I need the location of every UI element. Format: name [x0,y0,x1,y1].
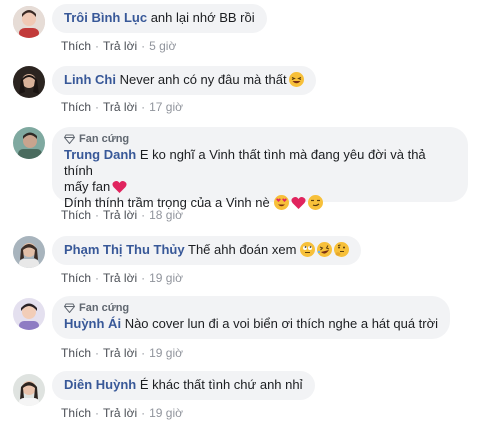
like-button[interactable]: Thích [61,100,91,114]
comment-bubble: Trôi Bình Lục anh lại nhớ BB rồi [52,4,267,33]
separator-dot: · [141,39,146,53]
avatar[interactable] [13,298,45,330]
avatar[interactable] [13,127,45,159]
comment-author[interactable]: Trung Danh [64,147,136,162]
reply-button[interactable]: Trả lời [103,208,137,222]
comment-bubble: Diên Huỳnh É khác thất tình chứ anh nhỉ [52,371,315,400]
timestamp[interactable]: 18 giờ [149,208,183,222]
heart-eyes-emoji-icon [273,195,289,210]
separator-dot: · [95,39,100,53]
comment-bubble: Phạm Thị Thu Thủy Thế ahh đoán xem [52,236,362,265]
reply-button[interactable]: Trả lời [103,346,137,360]
fan-badge-label: Fan cứng [79,302,130,314]
comment-actions: Thích · Trả lời · 18 giờ [61,207,183,223]
thinking-emoji-icon [334,242,350,257]
separator-dot: · [141,346,146,360]
like-button[interactable]: Thích [61,208,91,222]
comment-bubble: Fan cứng Trung Danh E ko nghĩ a Vinh thấ… [52,127,468,210]
separator-dot: · [141,208,146,222]
comment-author[interactable]: Linh Chi [64,72,116,87]
comment-text: Never anh có ny đâu mà thất [119,72,287,87]
separator-dot: · [141,100,146,114]
comment-actions: Thích · Trả lời · 17 giờ [61,99,183,115]
rofl-emoji-icon [317,242,333,257]
comment-text: É khác thất tình chứ anh nhỉ [139,377,303,392]
reply-button[interactable]: Trả lời [103,100,137,114]
avatar[interactable] [13,236,45,268]
laughing-emoji-icon [288,72,304,87]
like-button[interactable]: Thích [61,346,91,360]
smirk-emoji-icon [307,195,323,210]
timestamp[interactable]: 5 giờ [149,39,176,53]
separator-dot: · [95,346,100,360]
comment-author[interactable]: Diên Huỳnh [64,377,136,392]
avatar[interactable] [13,6,45,38]
comment-text: mấy fan [64,179,111,194]
rolling-eyes-emoji-icon [300,242,316,257]
comment-actions: Thích · Trả lời · 5 giờ [61,38,176,54]
fan-badge: Fan cứng [64,132,456,146]
timestamp[interactable]: 19 giờ [149,271,183,285]
timestamp[interactable]: 17 giờ [149,100,183,114]
separator-dot: · [95,406,100,420]
comment-bubble: Linh Chi Never anh có ny đâu mà thất [52,66,316,95]
fan-badge: Fan cứng [64,301,438,315]
avatar[interactable] [13,66,45,98]
comment-bubble: Fan cứng Huỳnh Ái Nào cover lun đi a voi… [52,296,451,339]
like-button[interactable]: Thích [61,406,91,420]
comment-text: Nào cover lun đi a voi biển ơi thích ngh… [124,316,439,331]
heart-emoji-icon [112,180,127,194]
comment-author[interactable]: Huỳnh Ái [64,316,121,331]
separator-dot: · [95,100,100,114]
timestamp[interactable]: 19 giờ [149,406,183,420]
heart-emoji-icon [291,196,306,210]
fan-badge-label: Fan cứng [79,133,130,145]
diamond-icon [64,303,75,313]
diamond-icon [64,134,75,144]
comment-actions: Thích · Trả lời · 19 giờ [61,345,183,361]
reply-button[interactable]: Trả lời [103,39,137,53]
comment-actions: Thích · Trả lời · 19 giờ [61,270,183,286]
avatar[interactable] [13,374,45,406]
like-button[interactable]: Thích [61,39,91,53]
comment-author[interactable]: Phạm Thị Thu Thủy [64,242,185,257]
reply-button[interactable]: Trả lời [103,406,137,420]
separator-dot: · [95,271,100,285]
separator-dot: · [141,271,146,285]
timestamp[interactable]: 19 giờ [149,346,183,360]
separator-dot: · [95,208,100,222]
reply-button[interactable]: Trả lời [103,271,137,285]
comment-text: Thế ahh đoán xem [188,242,297,257]
comment-author[interactable]: Trôi Bình Lục [64,10,147,25]
comment-text: anh lại nhớ BB rồi [150,10,255,25]
separator-dot: · [141,406,146,420]
comment-actions: Thích · Trả lời · 19 giờ [61,405,183,421]
like-button[interactable]: Thích [61,271,91,285]
